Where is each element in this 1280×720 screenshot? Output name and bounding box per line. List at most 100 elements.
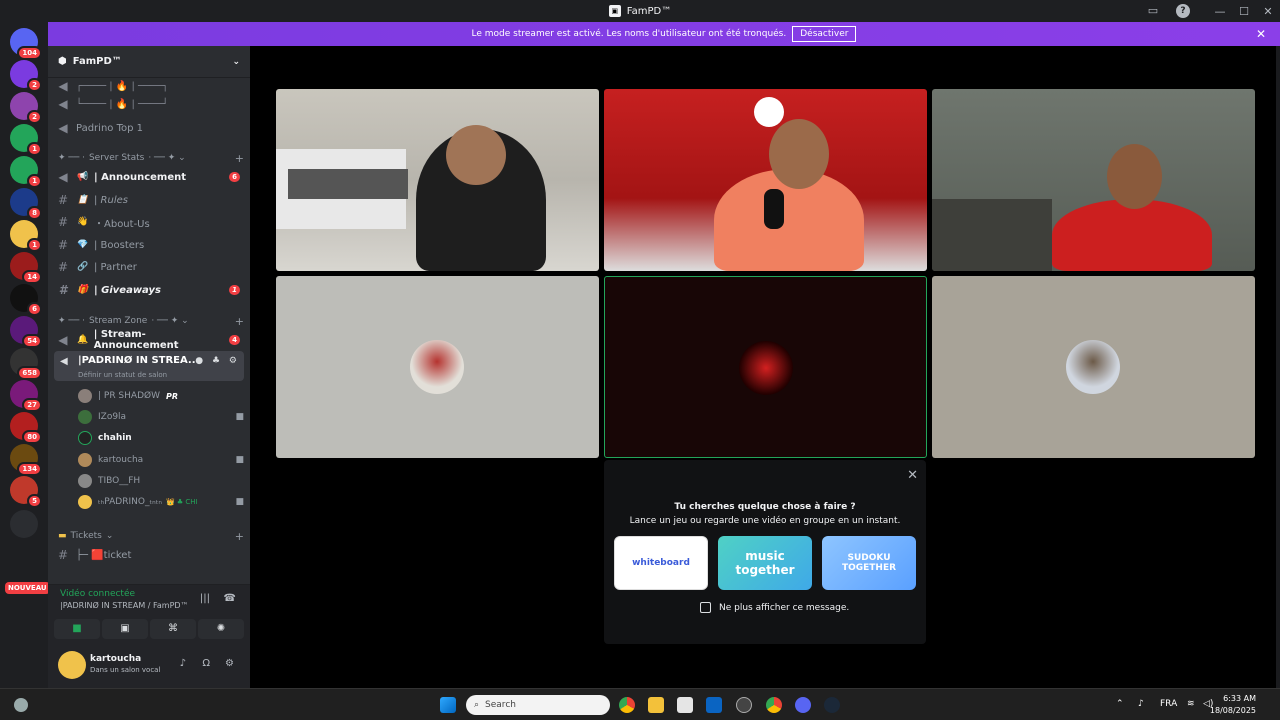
voice-user[interactable]: chahin	[78, 428, 244, 448]
guild-icon[interactable]: 1	[10, 220, 42, 252]
channel-ticket[interactable]: # ├─ 🟥ticket	[56, 545, 246, 565]
guild-icon[interactable]: 5	[10, 476, 42, 508]
hash-icon: #	[57, 548, 69, 562]
voice-channel-actions[interactable]: ● ♣ ⚙	[195, 356, 240, 366]
add-channel-icon[interactable]: +	[235, 315, 244, 328]
guild-icon[interactable]	[10, 510, 38, 538]
activity-sudoku-together[interactable]: SUDOKU TOGETHER	[822, 536, 916, 590]
direct-messages-button[interactable]: 104	[10, 28, 42, 60]
microphone-icon[interactable]: ♪	[180, 658, 186, 669]
guild-icon[interactable]: 54	[10, 316, 42, 348]
disable-streamer-button[interactable]: Désactiver	[792, 26, 857, 42]
add-channel-icon[interactable]: +	[235, 530, 244, 543]
activity-button[interactable]: ⌘	[150, 619, 196, 639]
voice-user[interactable]: TIBO__FH	[78, 471, 244, 491]
voice-user[interactable]: ₜₕPADRINO_ₜₙₜₙ 👑 ♣ CHI ■	[78, 492, 244, 512]
chrome-icon[interactable]	[766, 697, 782, 713]
clock[interactable]: 6:33 AM 18/08/2025	[1210, 693, 1256, 717]
channel-rules[interactable]: # 📋 | Rules	[56, 190, 246, 210]
channel-item-top[interactable]: ◀ Padrino Top 1	[56, 118, 246, 138]
camera-icon: ■	[235, 412, 244, 422]
guild-icon[interactable]: 27	[10, 380, 42, 412]
server-header[interactable]: ⬢ FamPD™ ⌄	[48, 46, 250, 78]
camera-button[interactable]: ■	[54, 619, 100, 639]
channel-stream-announcement[interactable]: ◀ 🔔 | Stream-Announcement 4	[56, 329, 246, 351]
taskbar-search[interactable]: ⌕ Search	[466, 695, 610, 715]
guild-icon[interactable]: 2	[10, 60, 42, 92]
steam-icon[interactable]	[824, 697, 840, 713]
connection-location[interactable]: |PADRINØ IN STREAM / FamPD™	[60, 601, 189, 610]
soundboard-button[interactable]: ✺	[198, 619, 244, 639]
chrome-icon[interactable]	[619, 697, 635, 713]
camera-icon: ■	[235, 455, 244, 465]
start-icon[interactable]	[440, 697, 456, 713]
category-tickets[interactable]: ▬ Tickets ⌄ +	[58, 529, 244, 543]
channel-giveaways[interactable]: # 🎁 | Giveaways 1	[56, 280, 246, 300]
help-icon[interactable]: ?	[1176, 4, 1190, 18]
video-tile[interactable]	[604, 89, 927, 271]
screen-share-button[interactable]: ▣	[102, 619, 148, 639]
headphones-icon[interactable]: Ω	[202, 658, 210, 669]
guild-icon[interactable]: 14	[10, 252, 42, 284]
outlook-icon[interactable]	[706, 697, 722, 713]
guild-icon[interactable]: 2	[10, 92, 42, 124]
video-tile[interactable]	[276, 89, 599, 271]
file-explorer-icon[interactable]	[648, 697, 664, 713]
app-icon[interactable]	[736, 697, 752, 713]
settings-gear-icon[interactable]: ⚙	[225, 658, 234, 669]
widgets-icon[interactable]	[14, 698, 28, 712]
video-tile-avatar[interactable]	[276, 276, 599, 458]
avatar[interactable]	[58, 651, 86, 679]
username[interactable]: kartoucha	[90, 654, 141, 664]
guild-icon[interactable]: 658	[10, 348, 42, 380]
inbox-icon[interactable]: ▭	[1146, 4, 1160, 18]
store-icon[interactable]	[677, 697, 693, 713]
add-channel-icon[interactable]: +	[235, 152, 244, 165]
wifi-icon[interactable]: ≋	[1187, 699, 1195, 709]
scrollbar[interactable]	[1276, 46, 1280, 688]
guild-icon[interactable]: 1	[10, 124, 42, 156]
guild-icon[interactable]: 6	[10, 284, 42, 316]
guild-icon[interactable]: 134	[10, 444, 42, 476]
video-tile[interactable]	[932, 89, 1255, 271]
category-server-stats[interactable]: ✦ ── · Server Stats · ── ✦ ⌄ +	[58, 151, 244, 165]
activity-whiteboard[interactable]: whiteboard	[614, 536, 708, 590]
microphone-icon[interactable]: ♪	[1138, 699, 1144, 709]
video-tile-avatar[interactable]	[932, 276, 1255, 458]
checkbox[interactable]	[700, 602, 711, 613]
dont-show-again[interactable]: Ne plus afficher ce message.	[700, 602, 849, 613]
category-stream-zone[interactable]: ✦ ── · Stream Zone · ── ✦ ⌄ +	[58, 314, 244, 328]
guild-badge: 54	[22, 334, 42, 348]
guild-badge: 80	[22, 430, 42, 444]
channel-about-us[interactable]: # 👋 ・About-Us	[56, 212, 246, 232]
category-label: Tickets	[70, 531, 102, 541]
channel-item[interactable]: ◀ ┌──── | 🔥 | ────┐	[56, 76, 246, 96]
maximize-icon[interactable]: ☐	[1232, 5, 1256, 18]
banner-close-icon[interactable]: ✕	[1256, 27, 1266, 41]
channel-item[interactable]: ◀ └──── | 🔥 | ────┘	[56, 94, 246, 114]
minimize-icon[interactable]: —	[1208, 5, 1232, 18]
voice-channel-active[interactable]: ◀ |PADRINØ IN STREA... Définir un statut…	[54, 351, 244, 381]
voice-user[interactable]: IZo9la ■	[78, 407, 244, 427]
channel-announcement[interactable]: ◀ 📢 | Announcement 6	[56, 167, 246, 187]
close-window-icon[interactable]: ✕	[1256, 5, 1280, 18]
channel-boosters[interactable]: # 💎 | Boosters	[56, 235, 246, 255]
disconnect-icon[interactable]: ☎	[224, 593, 236, 604]
voice-user[interactable]: | PR SHADØW PR	[78, 386, 244, 406]
channel-partner[interactable]: # 🔗 | Partner	[56, 257, 246, 277]
activity-music-together[interactable]: music together	[718, 536, 812, 590]
noise-suppression-icon[interactable]: |||	[200, 593, 210, 604]
guild-icon[interactable]: 1	[10, 156, 42, 188]
voice-channel-status[interactable]: Définir un statut de salon	[78, 371, 167, 379]
close-icon[interactable]: ✕	[907, 468, 918, 483]
guild-icon[interactable]: 8	[10, 188, 42, 220]
language-indicator[interactable]: FRA	[1160, 699, 1177, 709]
guild-badge: 6	[27, 302, 42, 316]
discord-icon[interactable]	[795, 697, 811, 713]
tray-chevron-icon[interactable]: ⌃	[1116, 699, 1124, 709]
video-tile-speaking[interactable]	[604, 276, 927, 458]
connection-status[interactable]: Vidéo connectée	[60, 589, 135, 599]
voice-user[interactable]: kartoucha ■	[78, 450, 244, 470]
guild-icon[interactable]: 80	[10, 412, 42, 444]
windows-taskbar: ⌕ Search ⌃ ♪ FRA ≋ ◁) 6:33 AM 18/08/2025	[0, 688, 1280, 720]
